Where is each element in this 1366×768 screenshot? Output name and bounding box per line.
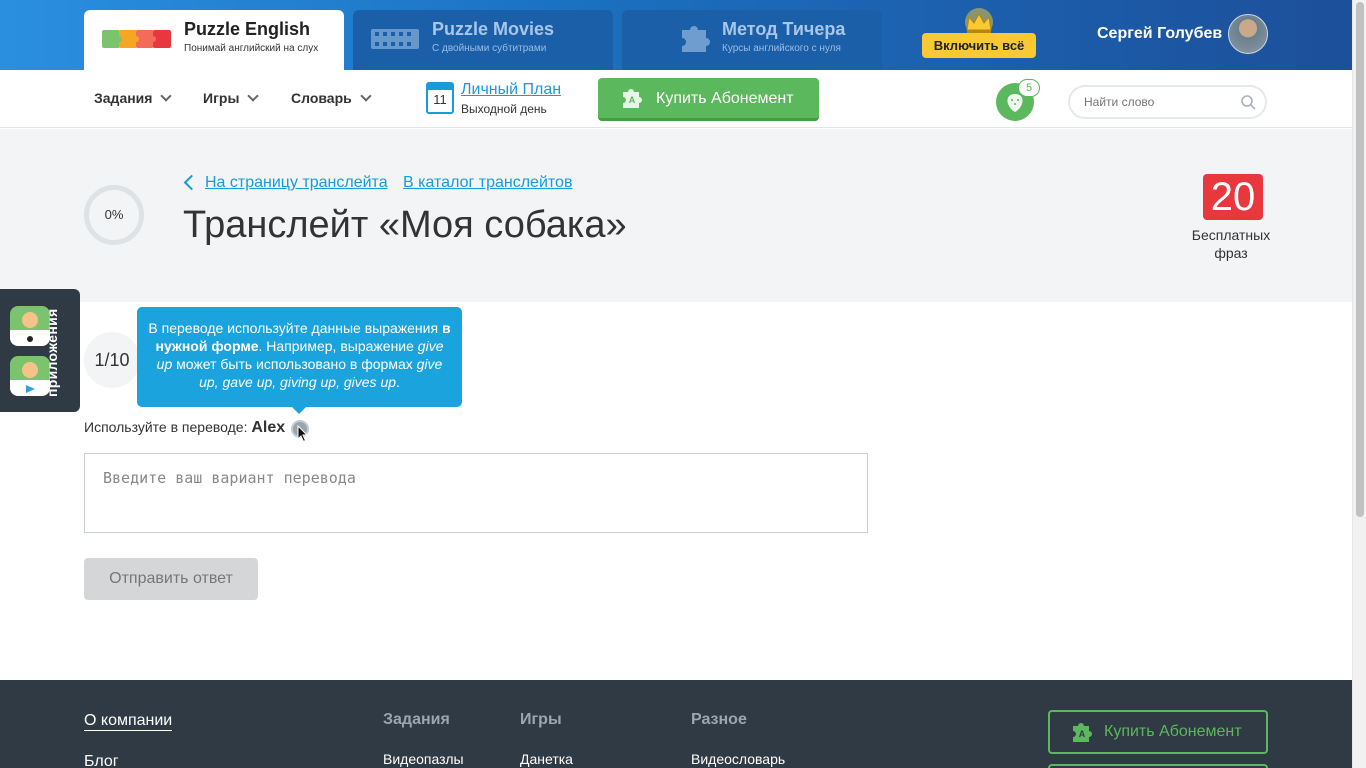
page-header: 0% На страницу транслейта В каталог тран…: [0, 129, 1352, 302]
brand-subtitle: Курсы английского с нуля: [722, 43, 841, 54]
search-icon[interactable]: [1240, 94, 1256, 110]
footer-misc-heading: Разное: [691, 711, 747, 728]
nav-games[interactable]: Игры: [203, 90, 260, 106]
user-name[interactable]: Сергей Голубев: [1097, 25, 1222, 43]
translation-input[interactable]: [84, 453, 868, 533]
footer-about-link[interactable]: О компании: [84, 712, 173, 731]
footer-secondary-button[interactable]: [1048, 764, 1268, 768]
puzzle-abc-logo-icon: [102, 30, 171, 48]
scrollbar-thumb[interactable]: [1356, 2, 1364, 517]
berries-count-badge: 5: [1018, 79, 1040, 97]
brand-name: Puzzle Movies: [432, 19, 555, 39]
submit-answer-button[interactable]: Отправить ответ: [84, 558, 258, 600]
brand-tab-puzzle-english[interactable]: Puzzle English Понимай английский на слу…: [84, 10, 344, 70]
hint-word: Alex: [251, 419, 286, 436]
brand-subtitle: С двойными субтитрами: [432, 43, 547, 54]
nav-games-label: Игры: [203, 90, 240, 106]
footer-tasks-heading: Задания: [383, 711, 450, 728]
hint-prefix: Используйте в переводе:: [84, 419, 252, 435]
chevron-down-icon: [160, 90, 173, 102]
footer-buy-label: Купить Абонемент: [1104, 723, 1242, 740]
apps-side-tab[interactable]: приложения: [0, 289, 80, 412]
crown-icon: [965, 8, 993, 36]
footer-videopuzzles-link[interactable]: Видеопазлы: [383, 751, 464, 767]
nav-tasks[interactable]: Задания: [94, 90, 173, 106]
brand-tab-teacher-method[interactable]: Метод Тичера Курсы английского с нуля: [622, 10, 882, 70]
tooltip-text: .: [396, 374, 400, 390]
breadcrumb-translate-catalog[interactable]: В каталог транслейтов: [403, 174, 572, 192]
hint-tooltip: В переводе используйте данные выражения …: [137, 307, 462, 414]
puzzle-piece-icon: [682, 26, 710, 52]
film-strip-icon: [371, 29, 419, 49]
tooltip-text: может быть использовано в формах: [172, 356, 417, 372]
buy-subscription-button[interactable]: A Купить Абонемент: [598, 78, 819, 121]
main-nav: Задания Игры Словарь 11 Личный План Выхо…: [0, 70, 1352, 128]
calendar-header: [428, 84, 452, 90]
calendar-icon[interactable]: 11: [426, 82, 454, 114]
brand-subtitle: Понимай английский на слух: [184, 43, 319, 54]
chevron-left-icon[interactable]: [183, 174, 200, 191]
footer: О компании Блог Задания Видеопазлы Игры …: [0, 680, 1352, 768]
vertical-scrollbar[interactable]: [1352, 0, 1366, 768]
include-all-button[interactable]: Включить всё: [922, 33, 1036, 58]
search-box: [1068, 85, 1267, 119]
chevron-down-icon: [247, 90, 260, 102]
calendar-day: 11: [433, 92, 447, 107]
tooltip-text: . Например, выражение: [258, 338, 418, 354]
footer-danetka-link[interactable]: Данетка: [520, 751, 573, 767]
avatar[interactable]: [1228, 14, 1268, 54]
breadcrumb-translate-page[interactable]: На страницу транслейта: [205, 174, 388, 192]
puzzle-piece-icon: A: [1073, 723, 1092, 742]
svg-text:A: A: [1079, 729, 1086, 739]
footer-games-heading: Игры: [520, 711, 562, 728]
page-title: Транслейт «Моя собака»: [183, 204, 627, 246]
use-in-translation-hint: Используйте в переводе: Alex: [84, 419, 285, 437]
progress-indicator: 0%: [84, 185, 144, 245]
nav-dictionary[interactable]: Словарь: [291, 90, 372, 106]
footer-blog-link[interactable]: Блог: [84, 753, 119, 768]
puzzle-piece-icon: A: [623, 89, 642, 108]
nav-dictionary-label: Словарь: [291, 90, 352, 106]
nav-tasks-label: Задания: [94, 90, 153, 106]
tooltip-text: В переводе используйте данные выражения: [148, 320, 442, 336]
personal-plan-status: Выходной день: [461, 102, 547, 116]
footer-videodictionary-link[interactable]: Видеословарь: [691, 751, 785, 767]
footer-buy-subscription-button[interactable]: A Купить Абонемент: [1048, 710, 1268, 754]
mouse-cursor-icon: [297, 425, 309, 443]
brand-tab-puzzle-movies[interactable]: Puzzle Movies С двойными субтитрами: [353, 10, 613, 70]
brand-name: Метод Тичера: [722, 19, 846, 39]
step-counter: 1/10: [84, 332, 140, 388]
buy-subscription-label: Купить Абонемент: [656, 90, 794, 107]
personal-plan-link[interactable]: Личный План: [461, 81, 561, 99]
free-phrases-label: Бесплатных фраз: [1191, 227, 1271, 261]
brand-name: Puzzle English: [184, 19, 311, 39]
search-input[interactable]: [1084, 93, 1234, 111]
brand-bar: Puzzle English Понимай английский на слу…: [0, 0, 1352, 70]
svg-text:A: A: [629, 95, 636, 105]
apps-label: приложения: [44, 308, 60, 397]
chevron-down-icon: [360, 90, 372, 102]
free-phrases-count: 20: [1203, 174, 1263, 220]
